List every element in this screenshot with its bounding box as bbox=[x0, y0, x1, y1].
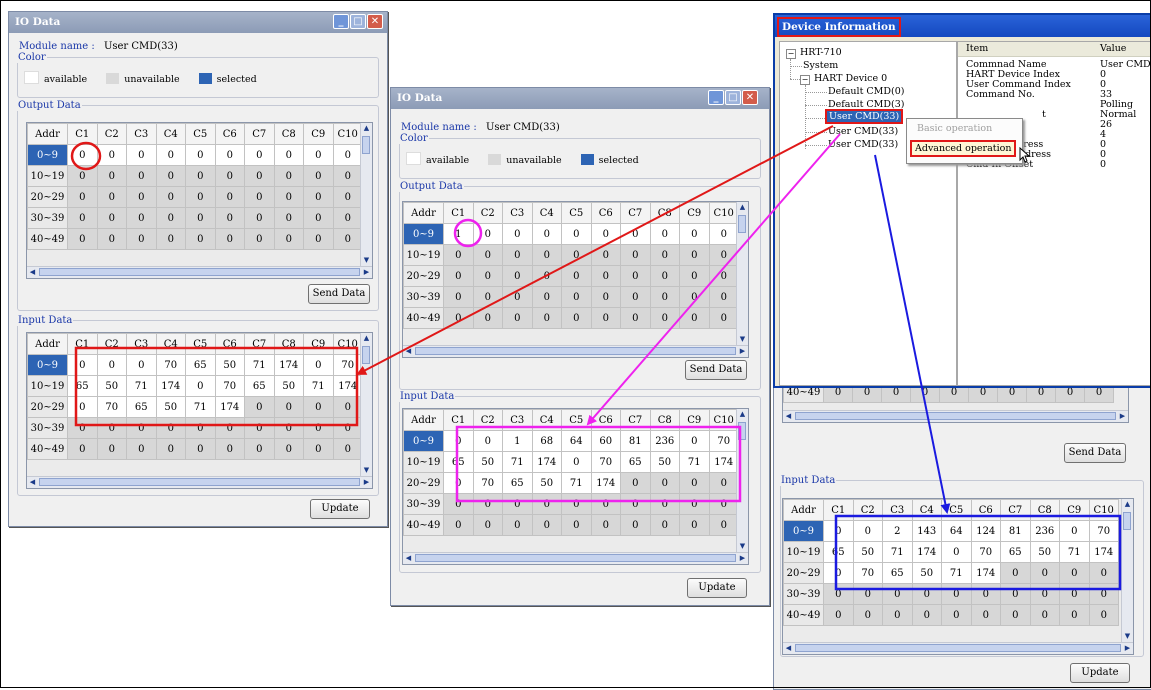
arrow-magenta bbox=[586, 133, 841, 426]
highlight-box-blue bbox=[834, 514, 1122, 591]
highlight-ellipse-red bbox=[70, 141, 102, 171]
highlight-box-red bbox=[74, 346, 359, 427]
arrow-blue bbox=[874, 154, 951, 514]
arrow-red bbox=[356, 125, 834, 375]
annotation-layer bbox=[70, 125, 1122, 591]
highlight-box-magenta bbox=[455, 425, 742, 503]
highlight-ellipse-magenta bbox=[453, 218, 483, 248]
